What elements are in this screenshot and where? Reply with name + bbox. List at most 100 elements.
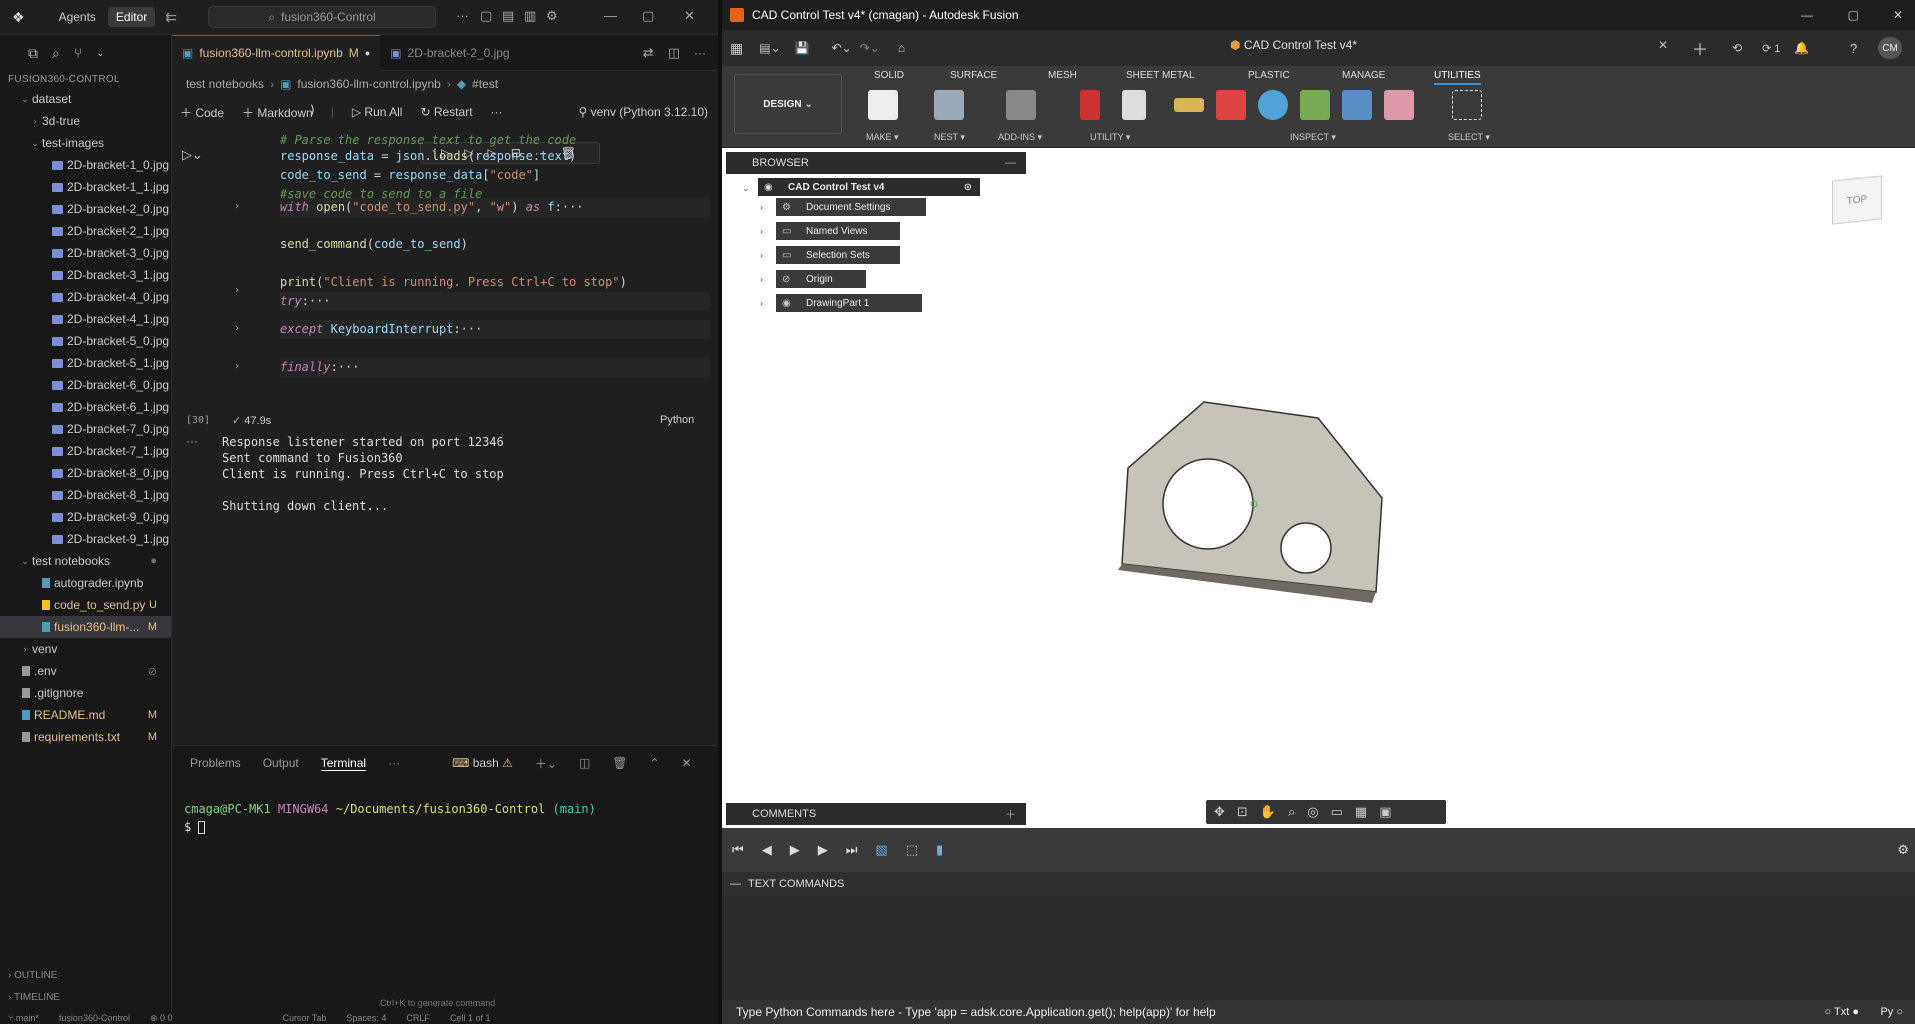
status-problems[interactable]: ⊗ 0 0 <box>150 1013 173 1024</box>
scripts-addins-icon[interactable] <box>1006 90 1036 120</box>
new-terminal-icon[interactable]: ＋⌄ <box>535 755 557 772</box>
tree-file[interactable]: 2D-bracket-4_1.jpg <box>0 308 171 330</box>
document-tab[interactable]: ⬢ CAD Control Test v4* <box>1230 38 1357 52</box>
run-cell-icon[interactable]: ▷⌄ <box>182 147 203 163</box>
go-to-start-icon[interactable]: ⏮ <box>732 842 744 858</box>
tree-file[interactable]: 2D-bracket-8_1.jpg <box>0 484 171 506</box>
tree-file[interactable]: 2D-bracket-4_0.jpg <box>0 286 171 308</box>
tree-file[interactable]: 2D-bracket-9_1.jpg <box>0 528 171 550</box>
apps-grid-icon[interactable]: ▦ <box>730 40 743 57</box>
home-icon[interactable]: ⌂ <box>898 41 905 55</box>
minimize-icon[interactable]: — <box>1801 8 1813 22</box>
compare-icon[interactable]: ⇄ <box>643 45 654 61</box>
fold-chevron-icon[interactable]: › <box>234 361 240 372</box>
editor-tab[interactable]: Editor <box>107 7 156 27</box>
breadcrumb-folder[interactable]: test notebooks <box>186 77 264 91</box>
tree-folder[interactable]: ⌄ dataset <box>0 88 171 110</box>
tree-folder[interactable]: ⌄ test-images <box>0 132 171 154</box>
chevron-down-icon[interactable]: ⌄ <box>96 48 104 59</box>
tree-file[interactable]: requirements.txt M <box>0 726 171 748</box>
tab-problems[interactable]: Problems <box>190 756 241 770</box>
ribbon-tab-mesh[interactable]: MESH <box>1048 70 1077 81</box>
close-doc-icon[interactable]: ✕ <box>1658 38 1668 52</box>
browser-node[interactable]: ⊘ Origin <box>776 270 866 288</box>
browser-root[interactable]: ◉ CAD Control Test v4 ⊙ <box>758 178 980 196</box>
split-editor-icon[interactable]: ◫ <box>668 45 680 61</box>
search-icon[interactable]: ⌕ <box>52 45 60 62</box>
ribbon-tab-manage[interactable]: MANAGE <box>1342 70 1385 81</box>
status-folder[interactable]: fusion360-Control <box>59 1013 130 1023</box>
terminal-shell-selector[interactable]: ⌨ bash ⚠ <box>452 756 513 770</box>
chevron-right-icon[interactable]: › <box>760 202 763 212</box>
close-icon[interactable]: ✕ <box>1893 8 1903 22</box>
more-actions-icon[interactable]: ··· <box>694 46 706 60</box>
save-icon[interactable]: 💾 <box>795 41 810 55</box>
status-eol[interactable]: CRLF <box>406 1013 430 1023</box>
step-back-icon[interactable]: ◀ <box>762 842 772 858</box>
unsaved-dot-icon[interactable]: ● <box>365 48 370 58</box>
toggle-panel-icon[interactable]: ▤ <box>502 8 514 24</box>
ribbon-tab-plastic[interactable]: PLASTIC <box>1248 70 1290 81</box>
kill-terminal-icon[interactable]: 🗑 <box>612 756 627 770</box>
mode-txt[interactable]: ○ Txt ● <box>1825 1006 1860 1018</box>
timeline-marker-icon[interactable]: ▮ <box>936 842 943 858</box>
file-menu-icon[interactable]: ▤⌄ <box>759 41 780 55</box>
tree-file[interactable]: 2D-bracket-8_0.jpg <box>0 462 171 484</box>
tree-folder[interactable]: ⌄ test notebooks ● <box>0 550 171 572</box>
more-icon[interactable]: ··· <box>491 105 503 119</box>
browser-node[interactable]: ⚙ Document Settings <box>776 198 926 216</box>
orbit-icon[interactable]: ✥ <box>1214 804 1225 820</box>
minimize-icon[interactable]: — <box>604 8 617 23</box>
viewports-icon[interactable]: ▣ <box>1379 804 1391 820</box>
ribbon-tab-utilities[interactable]: UTILITIES <box>1434 70 1481 85</box>
tree-file[interactable]: 2D-bracket-1_0.jpg <box>0 154 171 176</box>
breadcrumb-symbol[interactable]: #test <box>472 77 498 91</box>
workspace-switcher[interactable]: DESIGN ⌄ <box>734 74 842 134</box>
group-make[interactable]: MAKE ▾ <box>866 132 899 143</box>
close-icon[interactable]: ✕ <box>684 8 695 24</box>
pan-icon[interactable]: ✋ <box>1260 804 1276 820</box>
viewcube[interactable]: TOP <box>1832 175 1882 225</box>
chevron-down-icon[interactable]: ⌄ <box>742 183 750 194</box>
step-forward-icon[interactable]: ▶ <box>818 842 828 858</box>
python-command-input[interactable]: Type Python Commands here - Type 'app = … <box>722 1000 1915 1024</box>
more-icon[interactable]: ··· <box>388 756 400 770</box>
status-cursor-tab[interactable]: Cursor Tab <box>283 1013 327 1023</box>
tree-file[interactable]: 2D-bracket-6_1.jpg <box>0 396 171 418</box>
tree-file[interactable]: fusion360-llm-... M <box>0 616 171 638</box>
undo-icon[interactable]: ↶⌄ <box>832 41 852 55</box>
restart-button[interactable]: ↻ Restart <box>420 105 472 119</box>
tree-file[interactable]: 2D-bracket-7_1.jpg <box>0 440 171 462</box>
group-nest[interactable]: NEST ▾ <box>934 132 965 143</box>
3d-viewport[interactable]: BROWSER — ⌄ ◉ CAD Control Test v4 ⊙ › ⚙ Doc… <box>722 148 1915 828</box>
breadcrumb-file[interactable]: fusion360-llm-control.ipynb <box>297 77 440 91</box>
fold-chevron-icon[interactable]: › <box>234 323 240 334</box>
browser-node[interactable]: ◉ DrawingPart 1 <box>776 294 922 312</box>
timeline-feature-icon[interactable]: ▧ <box>875 842 887 858</box>
tree-file[interactable]: 2D-bracket-6_0.jpg <box>0 374 171 396</box>
new-tab-icon[interactable]: ＋ <box>1692 36 1708 60</box>
mode-py[interactable]: Py ○ <box>1880 1006 1903 1018</box>
files-icon[interactable]: ⧉ <box>28 45 38 62</box>
command-search-input[interactable]: ⌕ fusion360-Control <box>208 6 436 28</box>
tree-file[interactable]: 2D-bracket-1_1.jpg <box>0 176 171 198</box>
zoom-icon[interactable]: ⌕ <box>1288 804 1295 820</box>
go-to-end-icon[interactable]: ⏭ <box>846 842 858 858</box>
more-icon[interactable]: ··· <box>456 8 469 23</box>
group-select[interactable]: SELECT ▾ <box>1448 132 1490 143</box>
tree-file[interactable]: 2D-bracket-9_0.jpg <box>0 506 171 528</box>
terminal-prompt[interactable]: cmaga@PC-MK1 MINGW64 ~/Documents/fusion3… <box>184 802 596 816</box>
tree-file[interactable]: 2D-bracket-3_1.jpg <box>0 264 171 286</box>
fold-chevron-icon[interactable]: › <box>234 285 240 296</box>
tree-file[interactable]: README.md M <box>0 704 171 726</box>
ribbon-tab-surface[interactable]: SURFACE <box>950 70 997 81</box>
chevron-right-icon[interactable]: › <box>760 226 763 236</box>
maximize-icon[interactable]: ▢ <box>642 8 654 24</box>
traffic-light-icon[interactable] <box>1080 90 1100 120</box>
tree-file[interactable]: 2D-bracket-7_0.jpg <box>0 418 171 440</box>
settings-gear-icon[interactable]: ⚙ <box>546 8 558 24</box>
curvature-icon[interactable] <box>1300 90 1330 120</box>
agents-tab[interactable]: Agents <box>51 7 104 27</box>
bracket-part[interactable] <box>1082 398 1402 628</box>
timeline-section[interactable]: › TIMELINE <box>0 992 60 1003</box>
